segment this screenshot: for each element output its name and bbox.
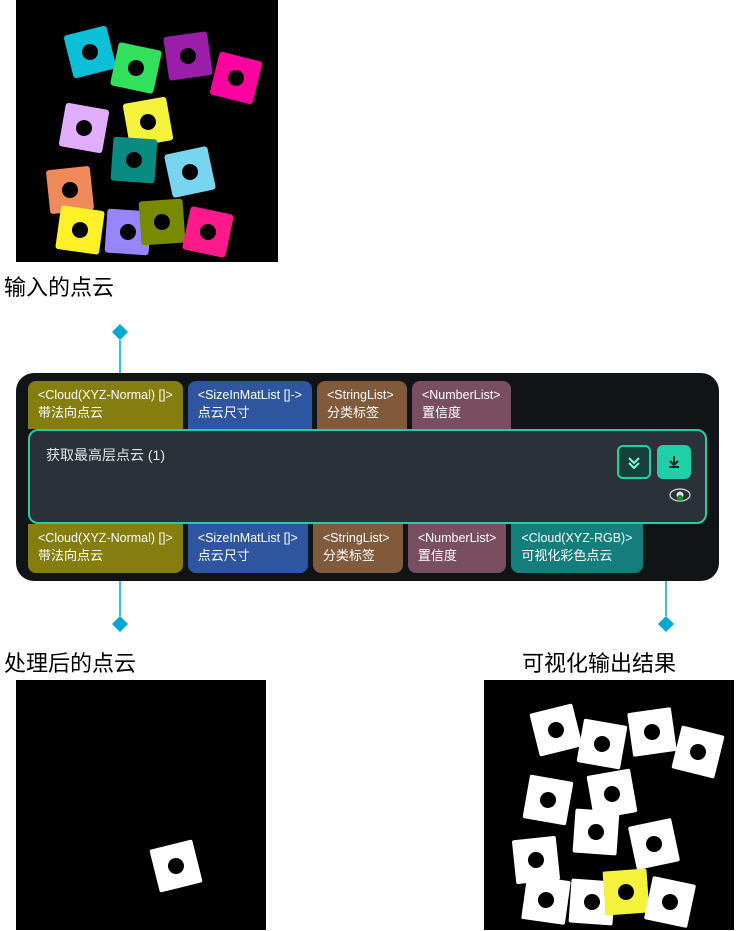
sample-square <box>55 205 105 255</box>
visual-pointcloud-preview <box>484 680 734 930</box>
input-ports-row: <Cloud(XYZ-Normal) []>带法向点云<SizeInMatLis… <box>24 381 711 429</box>
node-title: 获取最高层点云 (1) <box>46 445 165 465</box>
node-block: <Cloud(XYZ-Normal) []>带法向点云<SizeInMatLis… <box>16 373 719 581</box>
sample-square <box>149 839 202 892</box>
sample-square <box>529 703 582 756</box>
sample-square <box>164 146 216 198</box>
input-pointcloud-preview <box>16 0 278 262</box>
output-port-1[interactable]: <SizeInMatList []>点云尺寸 <box>188 524 308 572</box>
sample-square <box>111 137 158 184</box>
port-label: 分类标签 <box>327 404 397 422</box>
sample-square <box>139 199 186 246</box>
sample-square <box>577 719 628 770</box>
sample-square <box>163 31 213 81</box>
sample-square <box>59 103 110 154</box>
import-down-button[interactable] <box>657 445 691 479</box>
sample-square <box>110 42 162 94</box>
expand-down-button[interactable] <box>617 445 651 479</box>
port-label: 置信度 <box>422 404 501 422</box>
sample-square <box>603 869 650 916</box>
sample-square <box>671 725 724 778</box>
port-type: <Cloud(XYZ-Normal) []> <box>38 530 173 547</box>
port-type: <Cloud(XYZ-RGB)> <box>521 530 632 547</box>
output-ports-row: <Cloud(XYZ-Normal) []>带法向点云<SizeInMatLis… <box>24 524 711 572</box>
port-label: 分类标签 <box>323 547 393 565</box>
output-port-4[interactable]: <Cloud(XYZ-RGB)>可视化彩色点云 <box>511 524 642 572</box>
port-type: <SizeInMatList []> <box>198 530 298 547</box>
visibility-eye-icon[interactable] <box>669 487 691 508</box>
sample-square <box>63 25 116 78</box>
sample-square <box>644 876 696 928</box>
output-port-0[interactable]: <Cloud(XYZ-Normal) []>带法向点云 <box>28 524 183 572</box>
sample-square <box>573 809 620 856</box>
port-label: 点云尺寸 <box>198 547 298 565</box>
port-label: 置信度 <box>418 547 497 565</box>
processed-pointcloud-preview <box>16 680 266 930</box>
sample-square <box>182 206 234 258</box>
output-port-2[interactable]: <StringList>分类标签 <box>313 524 403 572</box>
processed-caption: 处理后的点云 <box>4 646 136 678</box>
input-port-1[interactable]: <SizeInMatList []->点云尺寸 <box>188 381 312 429</box>
sample-square <box>627 707 677 757</box>
port-type: <NumberList> <box>418 530 497 547</box>
port-type: <Cloud(XYZ-Normal) []> <box>38 387 173 404</box>
port-type: <StringList> <box>323 530 393 547</box>
port-label: 带法向点云 <box>38 547 173 565</box>
input-port-0[interactable]: <Cloud(XYZ-Normal) []>带法向点云 <box>28 381 183 429</box>
sample-square <box>521 875 571 925</box>
output-port-3[interactable]: <NumberList>置信度 <box>408 524 507 572</box>
sample-square <box>523 775 574 826</box>
port-label: 可视化彩色点云 <box>521 547 632 565</box>
sample-square <box>209 51 262 104</box>
port-label: 点云尺寸 <box>198 404 302 422</box>
port-type: <NumberList> <box>422 387 501 404</box>
input-port-3[interactable]: <NumberList>置信度 <box>412 381 511 429</box>
node-body[interactable]: 获取最高层点云 (1) <box>28 429 707 524</box>
input-port-2[interactable]: <StringList>分类标签 <box>317 381 407 429</box>
sample-square <box>628 818 680 870</box>
port-type: <SizeInMatList []-> <box>198 387 302 404</box>
visual-caption: 可视化输出结果 <box>522 646 676 678</box>
port-type: <StringList> <box>327 387 397 404</box>
port-label: 带法向点云 <box>38 404 173 422</box>
input-caption: 输入的点云 <box>4 270 114 302</box>
